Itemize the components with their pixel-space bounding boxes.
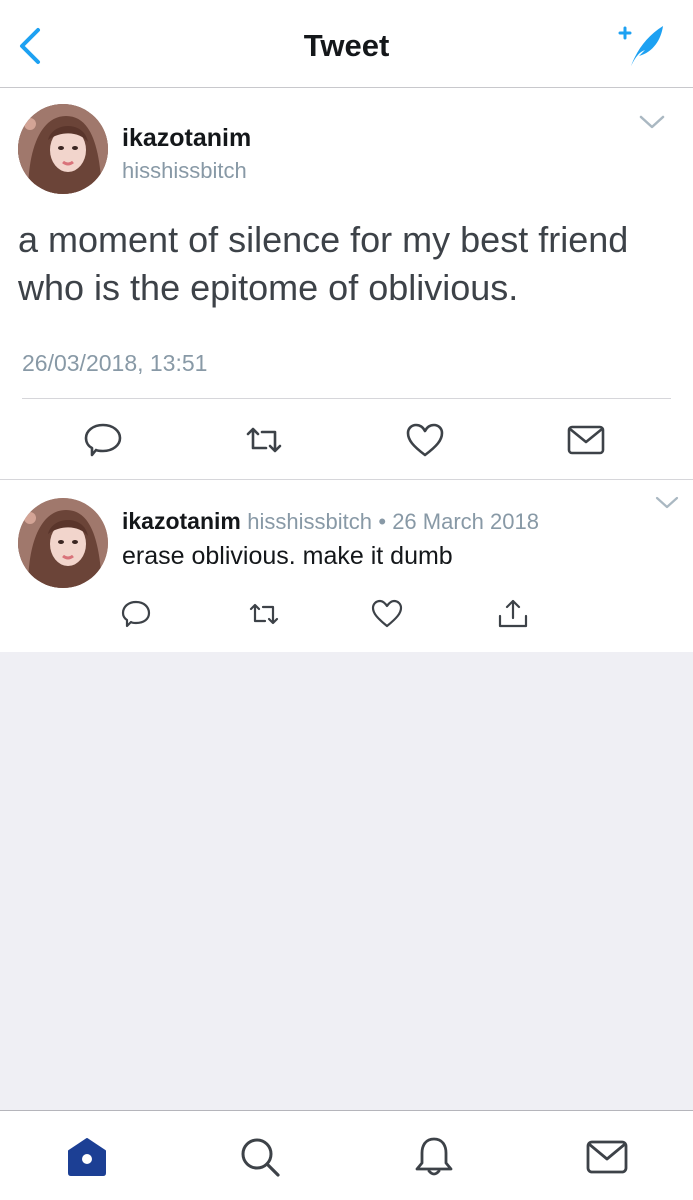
retweet-button[interactable] [248,598,280,630]
tab-search[interactable] [238,1135,282,1179]
retweet-icon [246,427,282,453]
messages-icon [586,1140,628,1174]
reply-tweet[interactable]: ikazotanim hisshissbitch • 26 March 2018… [0,480,693,652]
chevron-down-icon [639,115,665,129]
home-icon [68,1138,106,1176]
compose-feather-icon [618,26,663,66]
share-icon [498,599,528,628]
like-icon [406,423,444,457]
direct-message-button[interactable] [566,422,606,458]
like-icon [371,599,403,628]
reply-text: erase oblivious. make it dumb [122,542,453,570]
reply-icon [84,423,122,457]
display-name[interactable]: ikazotanim [122,508,241,534]
tab-bar [0,1110,693,1200]
divider [22,398,671,399]
display-name[interactable]: ikazotanim [122,124,251,153]
reply-date: • 26 March 2018 [378,509,539,534]
avatar-photo [18,104,108,194]
reply-options-button[interactable] [655,496,679,510]
avatar[interactable] [18,104,108,194]
retweet-button[interactable] [244,422,284,458]
tweet-text: a moment of silence for my best friend w… [18,219,629,308]
chevron-down-icon [655,496,679,509]
search-icon [241,1138,280,1177]
tab-notifications[interactable] [412,1135,456,1179]
reply-header: ikazotanim hisshissbitch • 26 March 2018 [122,508,539,535]
tab-messages[interactable] [585,1135,629,1179]
share-button[interactable] [497,598,529,630]
reply-button[interactable] [83,422,123,458]
reply-button[interactable] [120,598,152,630]
message-icon [567,425,605,455]
main-tweet: ikazotanim hisshissbitch a moment of sil… [0,88,693,480]
compose-button[interactable] [617,22,667,68]
tweet-timestamp: 26/03/2018, 13:51 [22,350,208,376]
tweet-options-button[interactable] [639,114,665,130]
handle[interactable]: hisshissbitch [122,158,247,184]
notifications-icon [415,1137,453,1176]
like-button[interactable] [371,598,403,630]
avatar-photo [18,498,108,588]
tab-home[interactable] [65,1135,109,1179]
tweet-detail-screen: Tweet ikazotanim hisshissbitch a moment … [0,0,693,1200]
retweet-icon [249,603,279,625]
like-button[interactable] [405,422,445,458]
reply-icon [121,600,151,628]
page-title: Tweet [303,28,390,63]
avatar[interactable] [18,498,108,588]
empty-background [0,652,693,1110]
handle[interactable]: hisshissbitch [247,509,372,534]
nav-header: Tweet [0,0,693,88]
